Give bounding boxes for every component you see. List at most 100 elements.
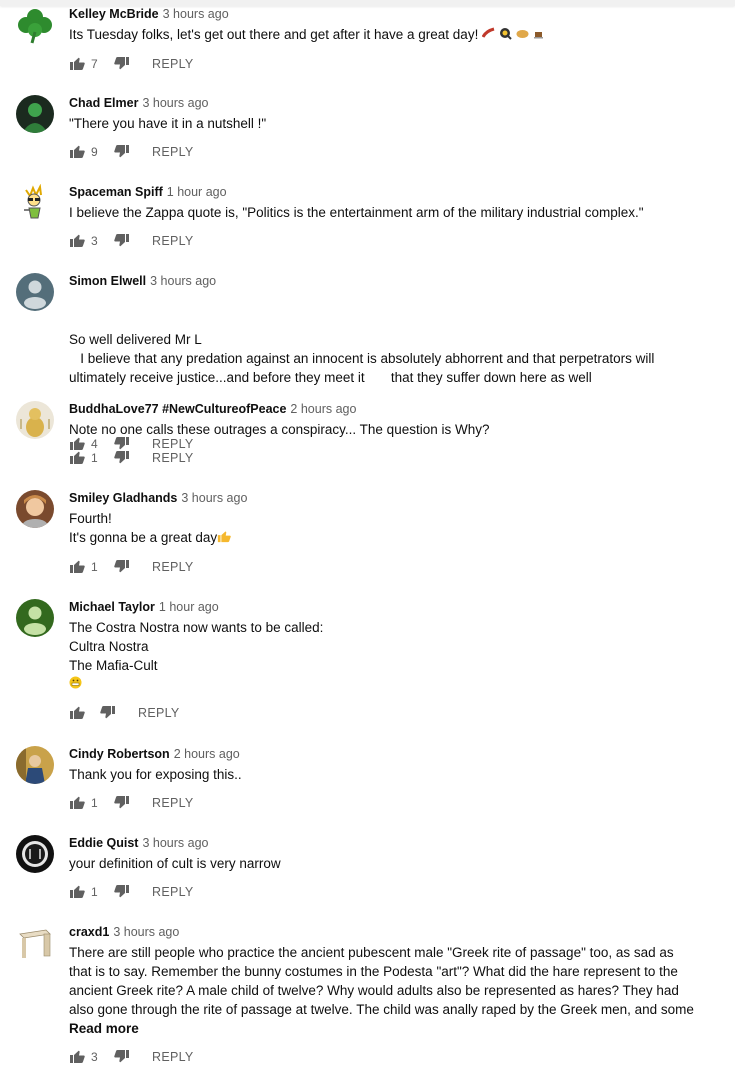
timestamp[interactable]: 2 hours ago (174, 747, 240, 761)
comment-text: Thank you for exposing this.. (69, 765, 695, 784)
default-avatar-icon (16, 273, 54, 311)
read-more-link[interactable]: Read more (69, 1019, 695, 1038)
author-name[interactable]: Eddie Quist (69, 836, 138, 850)
thumbs-down-icon[interactable] (114, 884, 130, 900)
avatar[interactable] (16, 184, 54, 222)
timestamp[interactable]: 3 hours ago (142, 96, 208, 110)
thumbs-up-icon[interactable] (69, 794, 85, 810)
author-name[interactable]: BuddhaLove77 #NewCultureofPeace (69, 402, 286, 416)
profile-photo-icon (16, 746, 54, 784)
thumbs-up-icon[interactable] (69, 883, 85, 899)
timestamp[interactable]: 3 hours ago (181, 491, 247, 505)
bacon-emoji (481, 26, 495, 45)
text-line: your definition of cult is very narrow (69, 856, 281, 871)
comment-text: Note no one calls these outrages a consp… (69, 420, 695, 439)
timestamp[interactable]: 3 hours ago (150, 274, 216, 288)
thumbs-down-icon[interactable] (114, 795, 130, 811)
default-avatar-icon (16, 599, 54, 637)
thumbs-up-icon[interactable] (69, 1048, 85, 1064)
avatar[interactable] (16, 401, 54, 439)
text-line: ancient Greek rite? A male child of twel… (69, 983, 679, 998)
like-count: 1 (91, 559, 98, 574)
text-line: So well delivered Mr L (69, 332, 202, 347)
text-line: ultimately receive justice...and before … (69, 370, 592, 385)
reply-button[interactable]: REPLY (152, 145, 194, 159)
comment-text: Its Tuesday folks, let's get out there a… (69, 25, 695, 45)
avatar[interactable] (16, 490, 54, 528)
text-line: also gone through the rite of passage at… (69, 1002, 694, 1017)
cartoon-character-icon (16, 184, 54, 222)
avatar[interactable] (16, 835, 54, 873)
thumbs-up-icon[interactable] (69, 143, 85, 159)
reply-button[interactable]: REPLY (152, 1050, 194, 1064)
author-name[interactable]: Simon Elwell (69, 274, 146, 288)
avatar[interactable] (16, 746, 54, 784)
thumbs-up-icon[interactable] (69, 449, 85, 465)
timestamp[interactable]: 2 hours ago (290, 402, 356, 416)
thumbs-down-icon[interactable] (114, 56, 130, 72)
author-name[interactable]: Chad Elmer (69, 96, 138, 110)
comment-text: your definition of cult is very narrow (69, 854, 695, 873)
timestamp[interactable]: 3 hours ago (113, 925, 179, 939)
shamrock-icon (18, 9, 52, 44)
text-line: Note no one calls these outrages a consp… (69, 422, 490, 437)
pancakes-emoji (516, 26, 529, 45)
thumbs-up-icon[interactable] (69, 232, 85, 248)
comment-actions: 1 REPLY (69, 793, 695, 813)
author-name[interactable]: Spaceman Spiff (69, 185, 163, 199)
comment-text: Fourth! It's gonna be a great day (69, 509, 695, 548)
text-line: I believe that any predation against an … (69, 351, 655, 366)
avatar[interactable] (16, 6, 54, 44)
avatar[interactable] (16, 924, 54, 962)
desk-icon (16, 924, 54, 962)
reply-button[interactable]: REPLY (152, 796, 194, 810)
like-count: 7 (91, 56, 98, 71)
profile-photo-icon (16, 835, 54, 873)
thumbs-down-icon[interactable] (114, 144, 130, 160)
comment-actions: 1 REPLY (69, 448, 695, 468)
comment-text: "There you have it in a nutshell !" (69, 114, 695, 133)
author-name[interactable]: Michael Taylor (69, 600, 155, 614)
text-line: It's gonna be a great day (69, 530, 218, 545)
reply-button[interactable]: REPLY (152, 234, 194, 248)
thumbs-down-icon[interactable] (114, 559, 130, 575)
like-count: 1 (91, 796, 98, 810)
comment-text: The Costra Nostra now wants to be called… (69, 618, 695, 694)
coffee-emoji (532, 26, 545, 45)
avatar[interactable] (16, 599, 54, 637)
text-line: The Costra Nostra now wants to be called… (69, 620, 324, 635)
thumbs-down-icon[interactable] (100, 705, 116, 721)
reply-button[interactable]: REPLY (152, 57, 194, 71)
thumbs-down-icon[interactable] (114, 1049, 130, 1065)
comment-actions: 7 REPLY (69, 54, 695, 74)
timestamp[interactable]: 3 hours ago (163, 7, 229, 21)
reply-button[interactable]: REPLY (152, 560, 194, 574)
avatar[interactable] (16, 95, 54, 133)
author-name[interactable]: Smiley Gladhands (69, 491, 177, 505)
thumbs-up-icon[interactable] (69, 558, 85, 574)
reply-button[interactable]: REPLY (138, 706, 180, 720)
comment-actions: REPLY (69, 703, 695, 723)
like-count: 9 (91, 145, 98, 159)
author-name[interactable]: Kelley McBride (69, 7, 159, 21)
reply-button[interactable]: REPLY (152, 885, 194, 899)
comment-text: I believe the Zappa quote is, "Politics … (69, 203, 695, 222)
timestamp[interactable]: 3 hours ago (142, 836, 208, 850)
profile-photo-icon (16, 490, 54, 528)
text-line: There are still people who practice the … (69, 945, 674, 960)
grimace-emoji (69, 675, 695, 694)
thumbs-up-icon[interactable] (69, 704, 85, 720)
timestamp[interactable]: 1 hour ago (167, 185, 227, 199)
thumbs-up-icon[interactable] (69, 55, 85, 71)
avatar[interactable] (16, 273, 54, 311)
comment-text: There are still people who practice the … (69, 943, 695, 1038)
reply-button[interactable]: REPLY (152, 451, 194, 465)
thumbs-down-icon[interactable] (114, 233, 130, 249)
like-count: 3 (91, 1050, 98, 1064)
author-name[interactable]: craxd1 (69, 925, 109, 939)
timestamp[interactable]: 1 hour ago (159, 600, 219, 614)
text-line: "There you have it in a nutshell !" (69, 116, 267, 131)
author-name[interactable]: Cindy Robertson (69, 747, 170, 761)
thumbs-down-icon[interactable] (114, 450, 130, 466)
like-count: 1 (91, 885, 98, 899)
